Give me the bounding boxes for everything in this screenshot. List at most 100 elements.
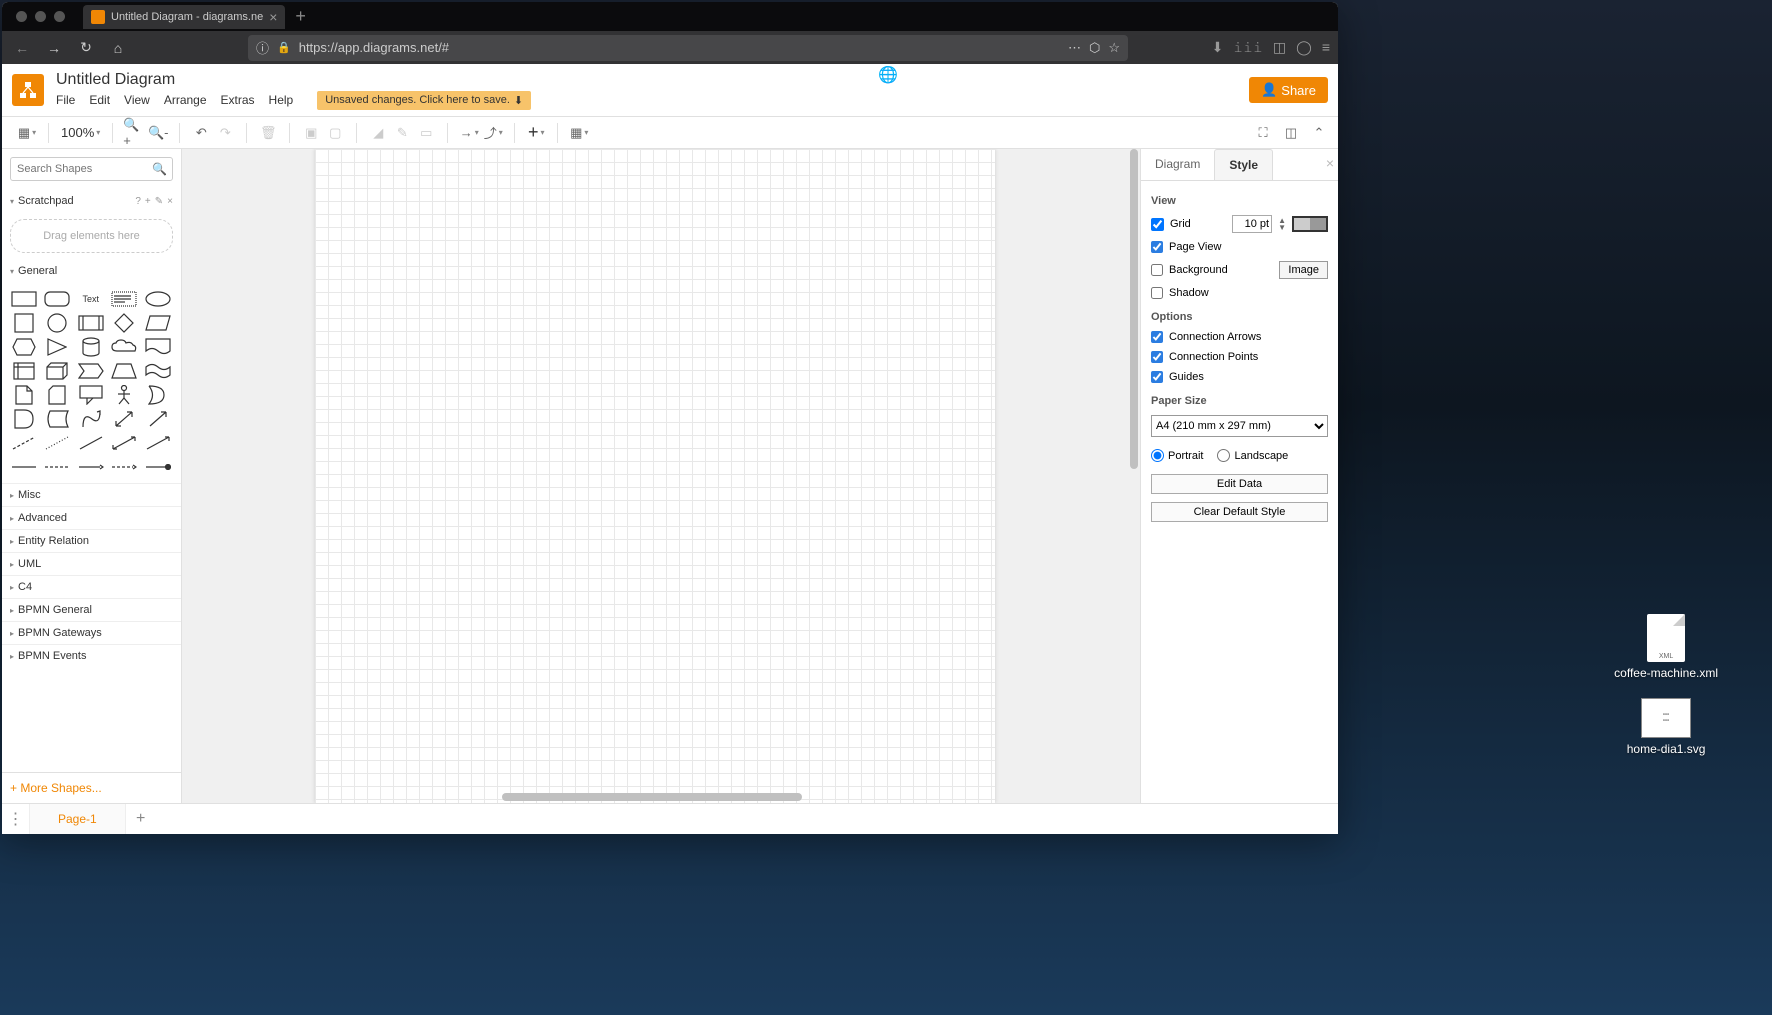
page-actions-icon[interactable]: ⋯ [1068,40,1081,56]
edit-icon[interactable]: ✎ [155,196,163,207]
add-page-button[interactable]: + [126,810,156,828]
menu-extras[interactable]: Extras [221,93,255,107]
shape-process[interactable] [77,313,105,333]
section-bpmn-events[interactable]: BPMN Events [2,644,181,667]
section-bpmn-gateways[interactable]: BPMN Gateways [2,621,181,644]
language-icon[interactable]: 🌐 [878,65,898,85]
shape-diamond[interactable] [110,313,138,333]
shape-bidirectional-arrow[interactable] [110,409,138,429]
close-tab-icon[interactable]: × [269,9,277,25]
delete-button[interactable]: 🗑 [257,122,279,144]
zoom-dropdown[interactable]: 100% [59,125,102,140]
unsaved-notice[interactable]: Unsaved changes. Click here to save. ⬇ [317,91,531,110]
page-view-checkbox[interactable] [1151,241,1163,253]
to-front-button[interactable]: ▣ [300,122,322,144]
shape-hexagon[interactable] [10,337,38,357]
library-icon[interactable]: 𝚒𝚒𝚒 [1233,39,1263,56]
section-bpmn-general[interactable]: BPMN General [2,598,181,621]
shape-directional-connector[interactable] [144,433,172,453]
edit-data-button[interactable]: Edit Data [1151,474,1328,494]
menu-arrange[interactable]: Arrange [164,93,207,107]
tab-style[interactable]: Style [1214,149,1273,180]
new-tab-button[interactable]: + [285,6,316,27]
shape-circle[interactable] [43,313,71,333]
shape-data-storage[interactable] [43,409,71,429]
canvas-area[interactable] [182,149,1140,803]
shape-internal-storage[interactable] [10,361,38,381]
shape-triangle[interactable] [43,337,71,357]
general-header[interactable]: General [10,263,173,279]
connection-points-checkbox[interactable] [1151,351,1163,363]
more-shapes-button[interactable]: + More Shapes... [2,772,181,803]
share-button[interactable]: 👤 Share [1249,77,1328,103]
to-back-button[interactable]: ▢ [324,122,346,144]
back-button[interactable]: ← [10,36,34,60]
shape-or[interactable] [144,385,172,405]
shape-line[interactable] [77,433,105,453]
shape-dashed-line[interactable] [10,433,38,453]
section-entity-relation[interactable]: Entity Relation [2,529,181,552]
menu-view[interactable]: View [124,93,150,107]
shape-and[interactable] [10,409,38,429]
shape-circle-edge[interactable] [144,457,172,477]
home-button[interactable]: ⌂ [106,36,130,60]
shape-curve[interactable] [77,409,105,429]
fullscreen-button[interactable]: ⛶ [1252,122,1274,144]
shape-cloud[interactable] [110,337,138,357]
view-mode-dropdown[interactable]: ▦ [16,122,38,144]
paper-size-select[interactable]: A4 (210 mm x 297 mm) [1151,415,1328,437]
shape-square[interactable] [10,313,38,333]
grid-size-down[interactable]: ▼ [1278,224,1286,231]
connection-dropdown[interactable]: → [458,122,480,144]
maximize-window-btn[interactable] [54,11,65,22]
shape-arrow-edge[interactable] [77,457,105,477]
scratchpad-header[interactable]: Scratchpad ? + ✎ × [10,193,173,209]
shape-rectangle[interactable] [10,289,38,309]
table-dropdown[interactable]: ▦ [568,122,590,144]
shape-bidirectional-connector[interactable] [110,433,138,453]
waypoint-dropdown[interactable]: ⤴ [482,122,504,144]
menu-file[interactable]: File [56,93,75,107]
insert-dropdown[interactable]: + [525,122,547,144]
redo-button[interactable]: ↷ [214,122,236,144]
minimize-window-btn[interactable] [35,11,46,22]
shape-dashed-link[interactable] [43,457,71,477]
close-window-btn[interactable] [16,11,27,22]
bookmark-star-icon[interactable]: ☆ [1108,40,1120,56]
zoom-in-button[interactable]: 🔍+ [123,122,145,144]
background-checkbox[interactable] [1151,264,1163,276]
line-color-button[interactable]: ✎ [391,122,413,144]
section-c4[interactable]: C4 [2,575,181,598]
browser-tab[interactable]: Untitled Diagram - diagrams.ne × [83,5,285,29]
shadow-button[interactable]: ▭ [415,122,437,144]
page-tab-1[interactable]: Page-1 [30,804,126,834]
grid-size-input[interactable] [1232,215,1272,233]
shape-card[interactable] [43,385,71,405]
shape-tape[interactable] [144,361,172,381]
shape-rounded-rect[interactable] [43,289,71,309]
canvas-page[interactable] [315,149,995,803]
section-uml[interactable]: UML [2,552,181,575]
shape-cube[interactable] [43,361,71,381]
section-advanced[interactable]: Advanced [2,506,181,529]
horizontal-scrollbar[interactable] [502,793,802,801]
downloads-icon[interactable]: ⬇ [1212,39,1224,56]
document-title[interactable]: Untitled Diagram [56,71,531,89]
sidebar-icon[interactable]: ◫ [1273,39,1286,56]
shape-callout[interactable] [77,385,105,405]
shape-dashed-arrow-edge[interactable] [110,457,138,477]
shape-step[interactable] [77,361,105,381]
shape-ellipse[interactable] [144,289,172,309]
clear-style-button[interactable]: Clear Default Style [1151,502,1328,522]
format-panel-toggle[interactable]: ◫ [1280,122,1302,144]
close-panel-icon[interactable]: × [1326,155,1334,171]
guides-checkbox[interactable] [1151,371,1163,383]
menu-help[interactable]: Help [269,93,294,107]
tab-diagram[interactable]: Diagram [1141,149,1214,180]
desktop-file-xml[interactable]: coffee-machine.xml [1614,614,1718,680]
app-logo[interactable] [12,74,44,106]
undo-button[interactable]: ↶ [190,122,212,144]
shape-arrow[interactable] [144,409,172,429]
image-button[interactable]: Image [1279,261,1328,279]
search-icon[interactable]: 🔍 [152,162,167,176]
